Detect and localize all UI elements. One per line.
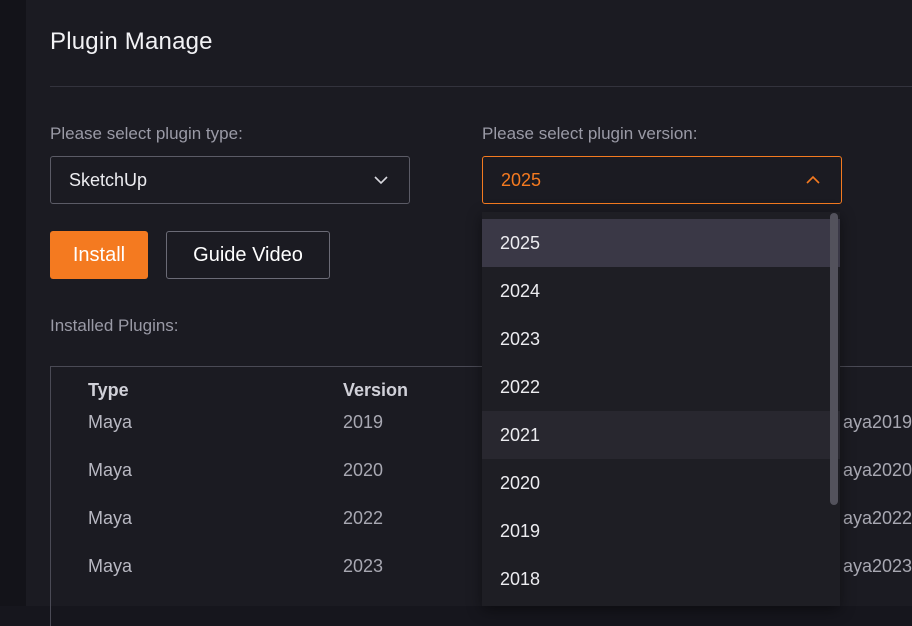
version-option-2023[interactable]: 2023	[482, 315, 840, 363]
chevron-down-icon	[374, 176, 388, 185]
table-cell-extra: aya2023	[843, 556, 912, 576]
plugin-version-value: 2025	[501, 169, 542, 190]
page-title: Plugin Manage	[50, 28, 213, 55]
table-cell-extra: aya2019	[843, 412, 912, 432]
version-option-2022[interactable]: 2022	[482, 363, 840, 411]
table-cell-type: Maya	[88, 460, 133, 480]
version-option-2019[interactable]: 2019	[482, 507, 840, 555]
table-cell-extra: aya2022	[843, 508, 912, 528]
plugin-version-label: Please select plugin version:	[482, 124, 698, 143]
version-dropdown-menu: 2025 2024 2023 2022 2021 2020 2019 2018	[482, 212, 840, 606]
title-divider	[50, 86, 912, 87]
plugin-type-value: SketchUp	[69, 169, 148, 190]
column-header-version: Version	[343, 380, 409, 400]
install-button[interactable]: Install	[50, 231, 148, 279]
plugin-type-select[interactable]: SketchUp	[50, 156, 410, 204]
version-option-2018[interactable]: 2018	[482, 555, 840, 603]
version-option-2020[interactable]: 2020	[482, 459, 840, 507]
table-cell-type: Maya	[88, 412, 133, 432]
table-cell-version: 2019	[343, 412, 384, 432]
table-cell-version: 2022	[343, 508, 384, 528]
guide-video-button[interactable]: Guide Video	[166, 231, 330, 279]
table-cell-type: Maya	[88, 556, 133, 576]
left-sidebar-strip	[0, 0, 27, 606]
plugin-version-select[interactable]: 2025	[482, 156, 842, 204]
column-header-type: Type	[88, 380, 129, 400]
version-option-2021[interactable]: 2021	[482, 411, 840, 459]
table-cell-type: Maya	[88, 508, 133, 528]
version-option-2024[interactable]: 2024	[482, 267, 840, 315]
installed-plugins-label: Installed Plugins:	[50, 316, 179, 335]
plugin-type-label: Please select plugin type:	[50, 124, 243, 143]
table-cell-version: 2020	[343, 460, 384, 480]
table-cell-extra: aya2020	[843, 460, 912, 480]
version-option-2025[interactable]: 2025	[482, 219, 840, 267]
table-cell-version: 2023	[343, 556, 384, 576]
chevron-up-icon	[806, 175, 820, 184]
dropdown-scrollbar[interactable]	[830, 213, 838, 505]
